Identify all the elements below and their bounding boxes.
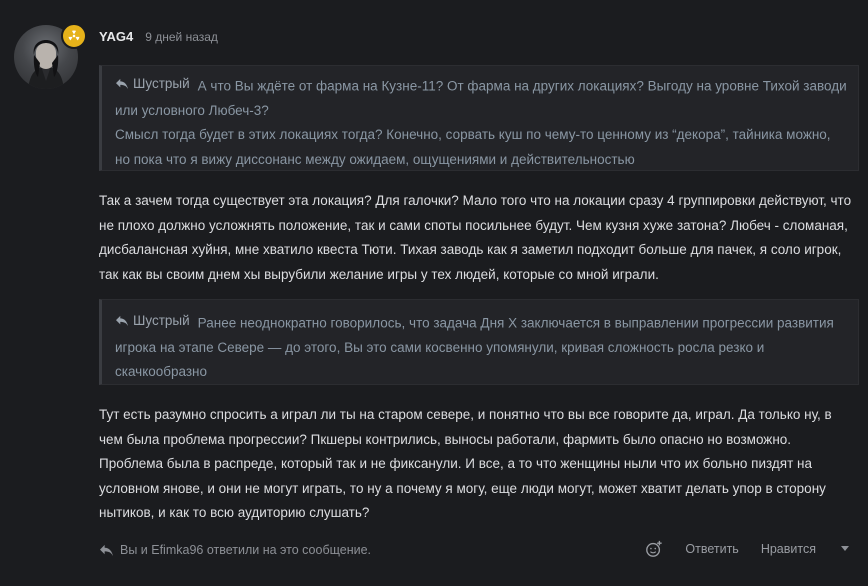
- message-paragraph: Так а зачем тогда существует эта локация…: [99, 193, 852, 282]
- more-options-icon[interactable]: [838, 542, 852, 556]
- add-reaction-icon[interactable]: [645, 540, 663, 558]
- replies-summary[interactable]: Вы и Efimka96 ответили на это сообщение.: [99, 543, 371, 557]
- radiation-badge: [61, 23, 87, 49]
- quote-text-line: А что Вы ждёте от фарма на Кузне-11? От …: [115, 78, 847, 118]
- post-timestamp[interactable]: 9 дней назад: [145, 30, 218, 44]
- quote-text-line: Ранее неоднократно говорилось, что задач…: [115, 315, 834, 380]
- reply-arrow-icon: [116, 316, 128, 327]
- author-avatar-container[interactable]: [14, 23, 87, 89]
- quote-author-name: Шустрый: [133, 313, 190, 328]
- like-button[interactable]: Нравится: [761, 542, 816, 556]
- reply-arrow-icon: [100, 544, 113, 556]
- quote-author-link[interactable]: Шустрый: [115, 72, 190, 97]
- quote-author-name: Шустрый: [133, 76, 190, 91]
- quote-block[interactable]: Шустрый А что Вы ждёте от фарма на Кузне…: [99, 65, 859, 171]
- quote-author-link[interactable]: Шустрый: [115, 309, 190, 334]
- replies-text: Вы и Efimka96 ответили на это сообщение.: [120, 543, 372, 557]
- author-name[interactable]: YAG4: [99, 29, 133, 44]
- reply-arrow-icon: [116, 79, 128, 90]
- quote-text-line: Смысл тогда будет в этих локациях тогда?…: [115, 127, 831, 167]
- message-paragraph: Тут есть разумно спросить а играл ли ты …: [99, 407, 832, 520]
- reply-button[interactable]: Ответить: [685, 542, 738, 556]
- post-actions: Ответить Нравится: [645, 540, 852, 558]
- quote-block[interactable]: Шустрый Ранее неоднократно говорилось, ч…: [99, 299, 859, 385]
- post-header: YAG4 9 дней назад: [99, 29, 218, 44]
- radiation-icon: [68, 30, 80, 41]
